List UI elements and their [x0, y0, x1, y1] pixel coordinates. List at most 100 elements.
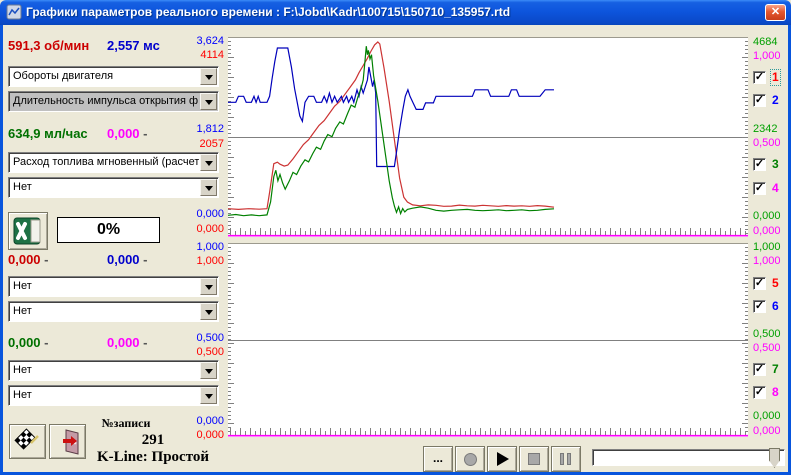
param-combo-4[interactable]: Нет [8, 177, 219, 198]
axis-bot-left-blue-max: 1,000 [186, 242, 224, 253]
playback-position-slider[interactable] [592, 449, 785, 466]
axis-bot-right-magenta-mid: 0,500 [753, 343, 791, 354]
param-combo-1[interactable]: Обороты двигателя [8, 66, 219, 87]
readout-ch7: 0,000 - [8, 335, 49, 350]
titlebar: Графики параметров реального времени : F… [0, 0, 791, 25]
param-combo-4-value: Нет [13, 181, 199, 193]
play-icon [497, 452, 509, 466]
records-label: №записи [88, 416, 164, 431]
app-icon [6, 4, 22, 20]
chevron-down-icon[interactable] [200, 278, 217, 295]
series-number: 7 [772, 363, 779, 376]
axis-top-left-blue-mid: 1,812 [186, 124, 224, 135]
record-button[interactable] [455, 446, 485, 472]
pause-icon [560, 453, 564, 465]
axis-top-right-green-mid: 2342 [753, 124, 791, 135]
axis-top-left-red-mid: 2057 [186, 139, 224, 150]
excel-export-button[interactable] [8, 212, 48, 250]
param-combo-5-value: Нет [13, 280, 199, 292]
pause-button[interactable] [551, 446, 581, 472]
excel-icon [13, 217, 43, 245]
param-combo-2-value: Длительность импульса открытия ф [13, 95, 199, 107]
chevron-down-icon[interactable] [200, 93, 217, 110]
axis-bot-right-magenta-max: 1,000 [753, 256, 791, 267]
checkbox-icon[interactable]: ✓ [753, 277, 766, 290]
axis-bot-right-magenta-min: 0,000 [753, 426, 791, 437]
param-combo-7[interactable]: Нет [8, 360, 219, 381]
slider-thumb[interactable] [769, 448, 780, 468]
close-button[interactable]: ✕ [765, 4, 786, 21]
finish-flag-button[interactable] [9, 424, 46, 459]
axis-top-right-magenta-mid: 0,500 [753, 138, 791, 149]
param-combo-8-value: Нет [13, 389, 199, 401]
checkbox-icon[interactable]: ✓ [753, 94, 766, 107]
app-window: Графики параметров реального времени : F… [0, 0, 791, 475]
axis-top-left-red-max: 4114 [186, 50, 224, 61]
param-combo-3-value: Расход топлива мгновенный (расчет [13, 156, 199, 168]
chevron-down-icon[interactable] [200, 154, 217, 171]
series-number: 3 [772, 158, 779, 171]
chevron-down-icon[interactable] [200, 179, 217, 196]
chevron-down-icon[interactable] [200, 68, 217, 85]
param-combo-3[interactable]: Расход топлива мгновенный (расчет [8, 152, 219, 173]
readout-ch4: 0,000 - [107, 126, 148, 141]
axis-top-left-blue-max: 3,624 [186, 36, 224, 47]
window-border-left [0, 25, 3, 475]
exit-door-icon [54, 428, 82, 456]
param-combo-5[interactable]: Нет [8, 276, 219, 297]
param-combo-7-value: Нет [13, 364, 199, 376]
browse-button[interactable]: ... [423, 446, 453, 472]
record-icon [464, 453, 477, 466]
readout-pulse: 2,557 мс [107, 38, 160, 53]
axis-top-right-magenta-min: 0,000 [753, 226, 791, 237]
kline-status: K-Line: Простой [88, 449, 218, 466]
window-title: Графики параметров реального времени : F… [26, 0, 510, 25]
param-combo-8[interactable]: Нет [8, 385, 219, 406]
readout-fuel: 634,9 мл/час [8, 126, 88, 141]
param-combo-6-value: Нет [13, 305, 199, 317]
stop-button[interactable] [519, 446, 549, 472]
series-number: 5 [772, 277, 779, 290]
axis-bot-left-red-mid: 0,500 [186, 347, 224, 358]
pause-icon [567, 453, 571, 465]
axis-bot-left-red-min: 0,000 [186, 430, 224, 441]
axis-bot-left-red-max: 1,000 [186, 256, 224, 267]
chart-bottom-plot [228, 243, 748, 437]
param-combo-6[interactable]: Нет [8, 301, 219, 322]
axis-top-right-magenta-max: 1,000 [753, 51, 791, 62]
exit-button[interactable] [49, 424, 86, 459]
checkbox-icon[interactable]: ✓ [753, 386, 766, 399]
param-combo-2[interactable]: Длительность импульса открытия ф [8, 91, 219, 112]
chevron-down-icon[interactable] [200, 362, 217, 379]
axis-bot-left-blue-mid: 0,500 [186, 333, 224, 344]
series-number: 6 [772, 300, 779, 313]
axis-top-left-blue-min: 0,000 [186, 209, 224, 220]
chevron-down-icon[interactable] [200, 387, 217, 404]
series-number: 8 [772, 386, 779, 399]
axis-bot-right-green-mid: 0,500 [753, 329, 791, 340]
readout-rpm: 591,3 об/мин [8, 38, 89, 53]
axis-top-right-green-min: 0,000 [753, 211, 791, 222]
checkbox-icon[interactable]: ✓ [753, 158, 766, 171]
stop-icon [528, 453, 540, 465]
checkbox-icon[interactable]: ✓ [753, 182, 766, 195]
chevron-down-icon[interactable] [200, 303, 217, 320]
checkered-flag-icon [13, 427, 41, 455]
param-combo-1-value: Обороты двигателя [13, 70, 199, 82]
series-number: 1 [772, 71, 779, 84]
checkbox-icon[interactable]: ✓ [753, 300, 766, 313]
axis-bot-left-blue-min: 0,000 [186, 416, 224, 427]
export-progress: 0% [57, 217, 160, 243]
checkbox-icon[interactable]: ✓ [753, 71, 766, 84]
series-number: 4 [772, 182, 779, 195]
readout-ch6: 0,000 - [107, 252, 148, 267]
axis-top-right-green-max: 4684 [753, 37, 791, 48]
series-number: 2 [772, 94, 779, 107]
checkbox-icon[interactable]: ✓ [753, 363, 766, 376]
readout-ch8: 0,000 - [107, 335, 148, 350]
axis-top-left-red-min: 0,000 [186, 224, 224, 235]
axis-bot-right-green-max: 1,000 [753, 242, 791, 253]
play-button[interactable] [487, 446, 517, 472]
readout-ch5: 0,000 - [8, 252, 49, 267]
chart-top-plot [228, 37, 748, 237]
